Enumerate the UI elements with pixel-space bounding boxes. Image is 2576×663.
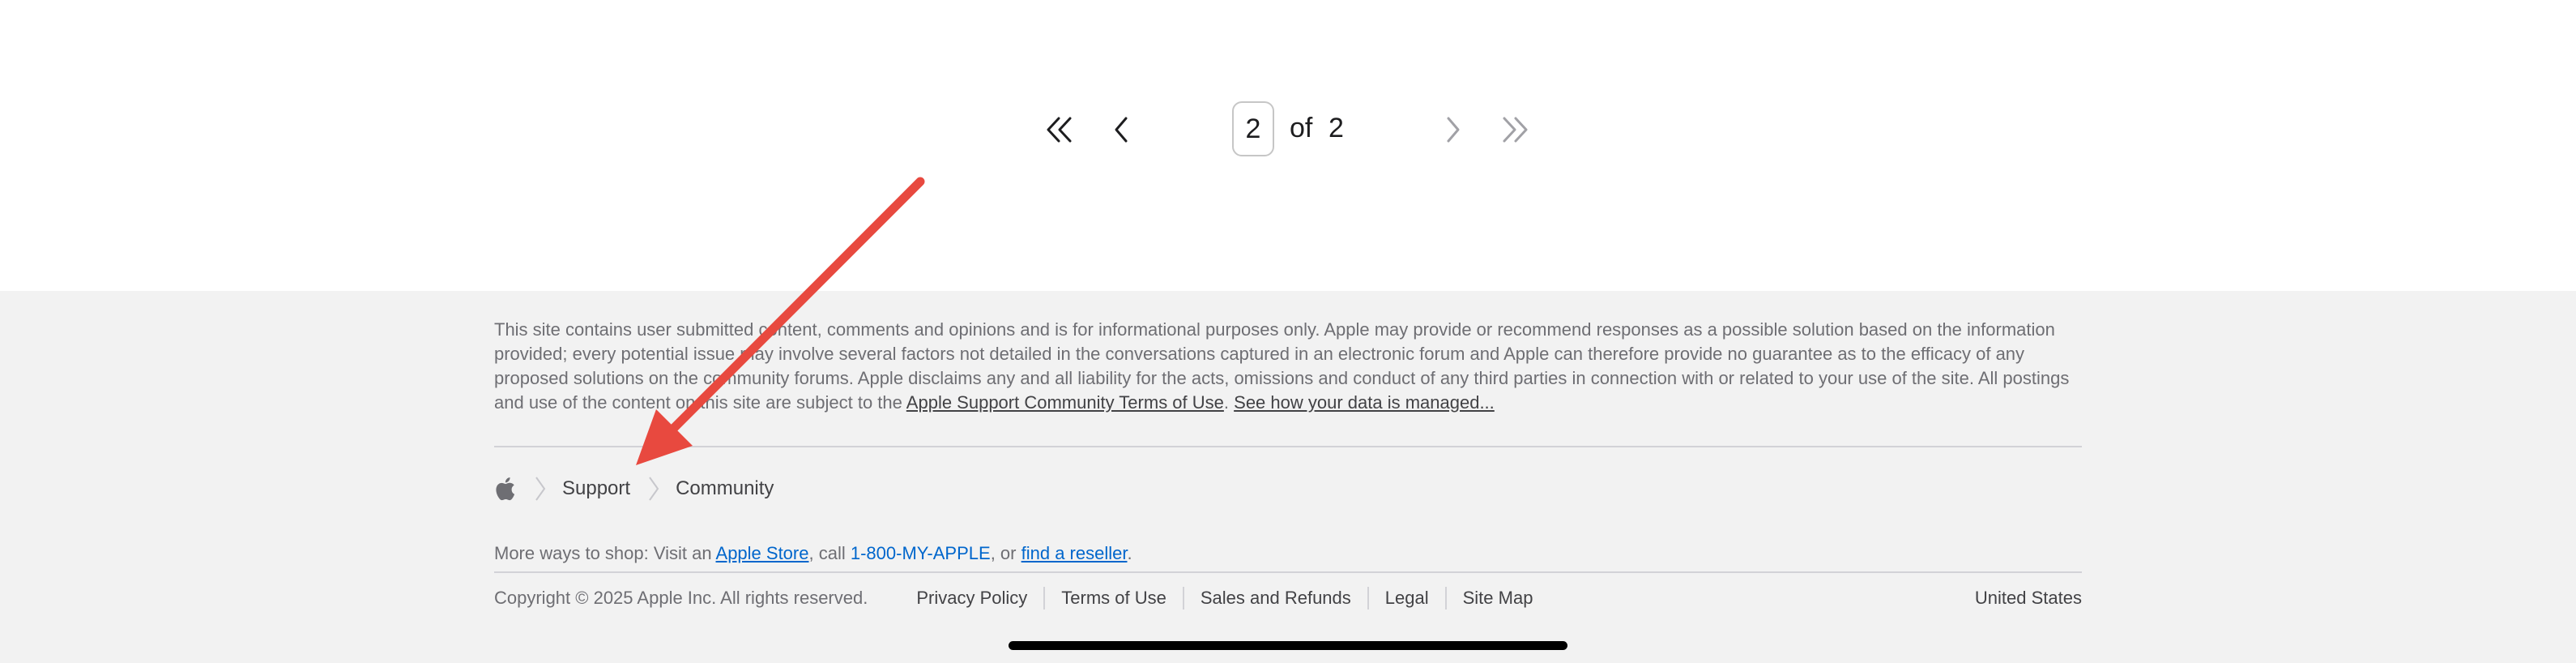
- copyright: Copyright © 2025 Apple Inc. All rights r…: [494, 588, 868, 608]
- chevron-left-icon: [1115, 117, 1128, 143]
- total-pages: 2: [1329, 113, 1344, 143]
- data-management-link[interactable]: See how your data is managed...: [1234, 392, 1495, 413]
- breadcrumb-community[interactable]: Community: [676, 477, 774, 500]
- breadcrumb-support[interactable]: Support: [562, 477, 630, 500]
- double-chevron-right-icon: [1503, 117, 1528, 143]
- legal-links: Privacy Policy Terms of Use Sales and Re…: [916, 587, 1549, 610]
- page-of-label: of: [1290, 113, 1313, 143]
- pagination-area: of 2: [0, 0, 2576, 291]
- first-page-button[interactable]: [1035, 104, 1084, 156]
- footer-divider: [494, 571, 2082, 573]
- breadcrumb: Support Community: [494, 473, 774, 505]
- shop-prefix: More ways to shop: Visit an: [494, 543, 712, 563]
- sales-refunds-link[interactable]: Sales and Refunds: [1182, 587, 1367, 610]
- find-reseller-link[interactable]: find a reseller: [1021, 543, 1128, 563]
- apple-logo-icon[interactable]: [494, 475, 517, 503]
- chevron-right-icon: [535, 476, 546, 502]
- terms-of-use-footer-link[interactable]: Terms of Use: [1043, 587, 1183, 610]
- terms-of-use-link[interactable]: Apple Support Community Terms of Use: [906, 392, 1224, 413]
- apple-store-link[interactable]: Apple Store: [716, 543, 809, 563]
- disclaimer-period: .: [1223, 392, 1230, 413]
- last-page-button[interactable]: [1491, 104, 1539, 156]
- page-root: of 2 This site contains user submitted c…: [0, 0, 2576, 663]
- chevron-right-icon: [1447, 117, 1460, 143]
- more-ways-to-shop: More ways to shop: Visit an Apple Store,…: [494, 542, 1132, 565]
- chevron-right-icon: [648, 476, 659, 502]
- shop-call-text: , call: [808, 543, 846, 563]
- country-selector[interactable]: United States: [1975, 587, 2082, 610]
- home-indicator[interactable]: [1009, 641, 1567, 650]
- legal-row: Copyright © 2025 Apple Inc. All rights r…: [494, 586, 2082, 610]
- footer-divider: [494, 446, 2082, 447]
- privacy-policy-link[interactable]: Privacy Policy: [916, 587, 1043, 610]
- double-chevron-left-icon: [1047, 117, 1072, 143]
- phone-link[interactable]: 1-800-MY-APPLE: [851, 543, 991, 563]
- next-page-button[interactable]: [1429, 104, 1478, 156]
- site-map-link[interactable]: Site Map: [1444, 587, 1550, 610]
- previous-page-button[interactable]: [1097, 104, 1145, 156]
- site-footer: This site contains user submitted conten…: [0, 291, 2576, 663]
- shop-suffix: .: [1127, 543, 1132, 563]
- community-disclaimer: This site contains user submitted conten…: [494, 318, 2082, 415]
- shop-or-text: , or: [990, 543, 1017, 563]
- legal-link[interactable]: Legal: [1367, 587, 1445, 610]
- page-number-input[interactable]: [1232, 101, 1274, 156]
